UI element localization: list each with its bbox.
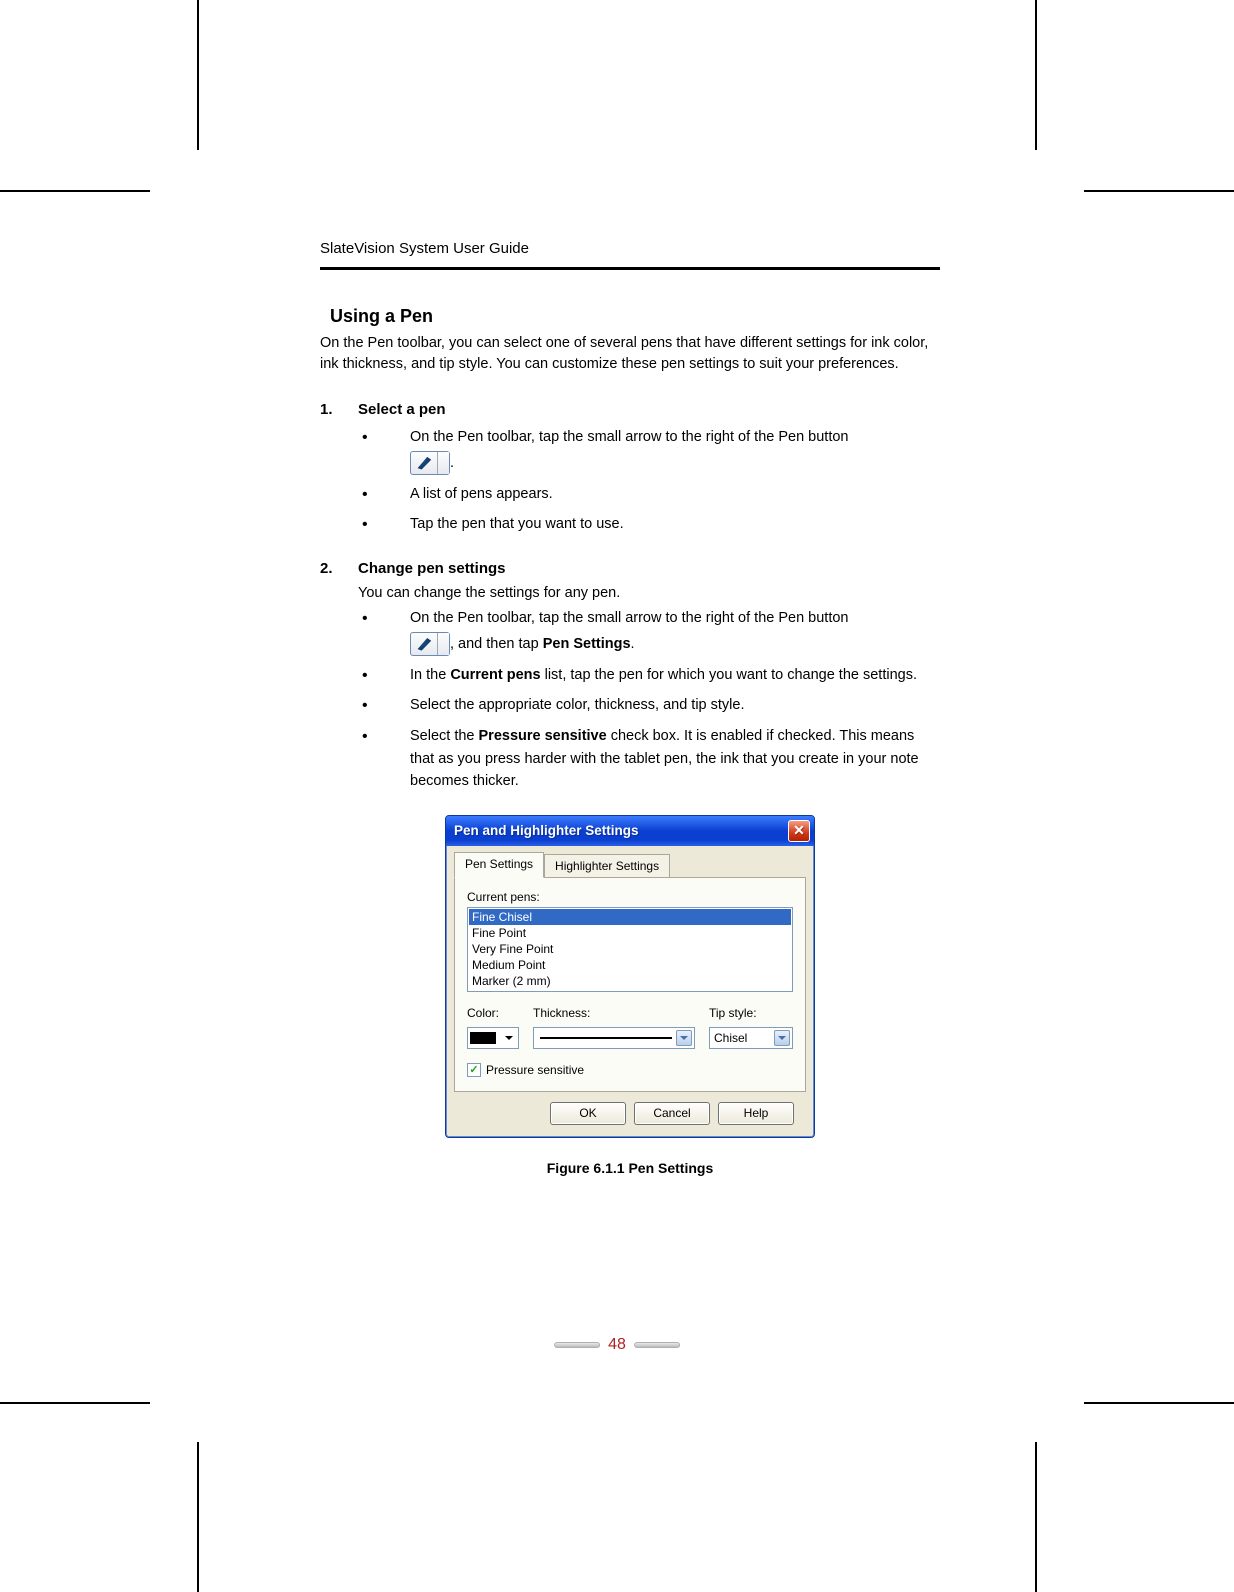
- step-description: You can change the settings for any pen.: [358, 585, 940, 601]
- color-swatch: [470, 1032, 496, 1044]
- bold-term: Pen Settings: [543, 635, 631, 651]
- bullet-text: Select the appropriate color, thickness,…: [410, 694, 940, 719]
- tip-style-dropdown[interactable]: Chisel: [709, 1027, 793, 1049]
- page-ornament-icon: [634, 1342, 680, 1348]
- list-item[interactable]: Fine Point: [469, 925, 791, 941]
- bullet-dot: •: [362, 664, 410, 689]
- screenshot-pen-settings-dialog: Pen and Highlighter Settings ✕ Pen Setti…: [445, 815, 815, 1138]
- list-item[interactable]: Medium Point: [469, 957, 791, 973]
- figure-caption: Figure 6.1.1 Pen Settings: [320, 1160, 940, 1176]
- bullet-item: • Select the appropriate color, thicknes…: [362, 694, 940, 719]
- thickness-label: Thickness:: [533, 1006, 695, 1020]
- bullet-item: • Select the Pressure sensitive check bo…: [362, 725, 940, 792]
- help-button[interactable]: Help: [718, 1102, 794, 1125]
- crop-mark: [1084, 1402, 1234, 1404]
- crop-mark: [0, 1402, 150, 1404]
- thickness-dropdown[interactable]: [533, 1027, 695, 1049]
- list-item[interactable]: Fine Chisel: [469, 909, 791, 925]
- step-number: 1.: [320, 401, 358, 418]
- bullet-dot: •: [362, 426, 410, 476]
- bullet-text: On the Pen toolbar, tap the small arrow …: [410, 429, 849, 445]
- bullet-item: • A list of pens appears.: [362, 483, 940, 508]
- bullet-dot: •: [362, 483, 410, 508]
- bullet-dot: •: [362, 513, 410, 538]
- crop-mark: [197, 0, 199, 150]
- bullet-item: • On the Pen toolbar, tap the small arro…: [362, 426, 940, 476]
- tip-style-label: Tip style:: [709, 1006, 793, 1020]
- current-pens-label: Current pens:: [467, 890, 793, 904]
- thickness-preview: [540, 1037, 672, 1039]
- bold-term: Pressure sensitive: [479, 728, 607, 744]
- bullet-text: Tap the pen that you want to use.: [410, 513, 940, 538]
- bullet-tail: .: [450, 454, 454, 470]
- list-item[interactable]: Marker (2 mm): [469, 973, 791, 989]
- chevron-down-icon: [676, 1030, 692, 1046]
- pen-button-icon: [410, 632, 450, 656]
- page-number-value: 48: [608, 1336, 626, 1354]
- step-title: Select a pen: [358, 401, 446, 418]
- current-pens-listbox[interactable]: Fine Chisel Fine Point Very Fine Point M…: [467, 907, 793, 992]
- page-content: SlateVision System User Guide Using a Pe…: [320, 240, 940, 1176]
- color-label: Color:: [467, 1006, 519, 1020]
- dialog-titlebar: Pen and Highlighter Settings ✕: [446, 816, 814, 846]
- checkbox-label: Pressure sensitive: [486, 1063, 584, 1077]
- pressure-sensitive-checkbox[interactable]: ✓ Pressure sensitive: [467, 1063, 793, 1077]
- bullet-text: .: [631, 635, 635, 651]
- dialog-title: Pen and Highlighter Settings: [454, 823, 788, 838]
- crop-mark: [0, 190, 150, 192]
- checkbox-icon: ✓: [467, 1063, 481, 1077]
- tab-highlighter-settings[interactable]: Highlighter Settings: [544, 854, 670, 878]
- bullet-dot: •: [362, 694, 410, 719]
- bullet-dot: •: [362, 725, 410, 792]
- step-2: 2. Change pen settings You can change th…: [320, 560, 940, 792]
- bullet-item: • In the Current pens list, tap the pen …: [362, 664, 940, 689]
- bullet-text: In the: [410, 667, 450, 683]
- chevron-down-icon: [502, 1030, 516, 1046]
- chevron-down-icon: [774, 1030, 790, 1046]
- page-number: 48: [554, 1336, 680, 1354]
- bullet-text: list, tap the pen for which you want to …: [541, 667, 917, 683]
- bullet-dot: •: [362, 607, 410, 657]
- crop-mark: [1035, 1442, 1037, 1592]
- bullet-text: On the Pen toolbar, tap the small arrow …: [410, 610, 849, 626]
- crop-mark: [1084, 190, 1234, 192]
- bullet-text: A list of pens appears.: [410, 483, 940, 508]
- step-title: Change pen settings: [358, 560, 506, 577]
- document-header: SlateVision System User Guide: [320, 240, 940, 270]
- close-icon: ✕: [793, 822, 805, 839]
- bold-term: Current pens: [450, 667, 540, 683]
- step-1: 1. Select a pen • On the Pen toolbar, ta…: [320, 401, 940, 538]
- crop-mark: [197, 1442, 199, 1592]
- pen-button-icon: [410, 451, 450, 475]
- bullet-text: Select the: [410, 728, 479, 744]
- tip-style-value: Chisel: [714, 1031, 770, 1045]
- page-ornament-icon: [554, 1342, 600, 1348]
- close-button[interactable]: ✕: [788, 820, 810, 842]
- list-item[interactable]: Very Fine Point: [469, 941, 791, 957]
- step-number: 2.: [320, 560, 358, 577]
- ok-button[interactable]: OK: [550, 1102, 626, 1125]
- tab-pen-settings[interactable]: Pen Settings: [454, 852, 544, 878]
- bullet-text: , and then tap: [450, 635, 543, 651]
- bullet-item: • On the Pen toolbar, tap the small arro…: [362, 607, 940, 657]
- bullet-item: • Tap the pen that you want to use.: [362, 513, 940, 538]
- cancel-button[interactable]: Cancel: [634, 1102, 710, 1125]
- color-dropdown[interactable]: [467, 1027, 519, 1049]
- intro-paragraph: On the Pen toolbar, you can select one o…: [320, 333, 940, 375]
- crop-mark: [1035, 0, 1037, 150]
- section-title: Using a Pen: [330, 306, 940, 327]
